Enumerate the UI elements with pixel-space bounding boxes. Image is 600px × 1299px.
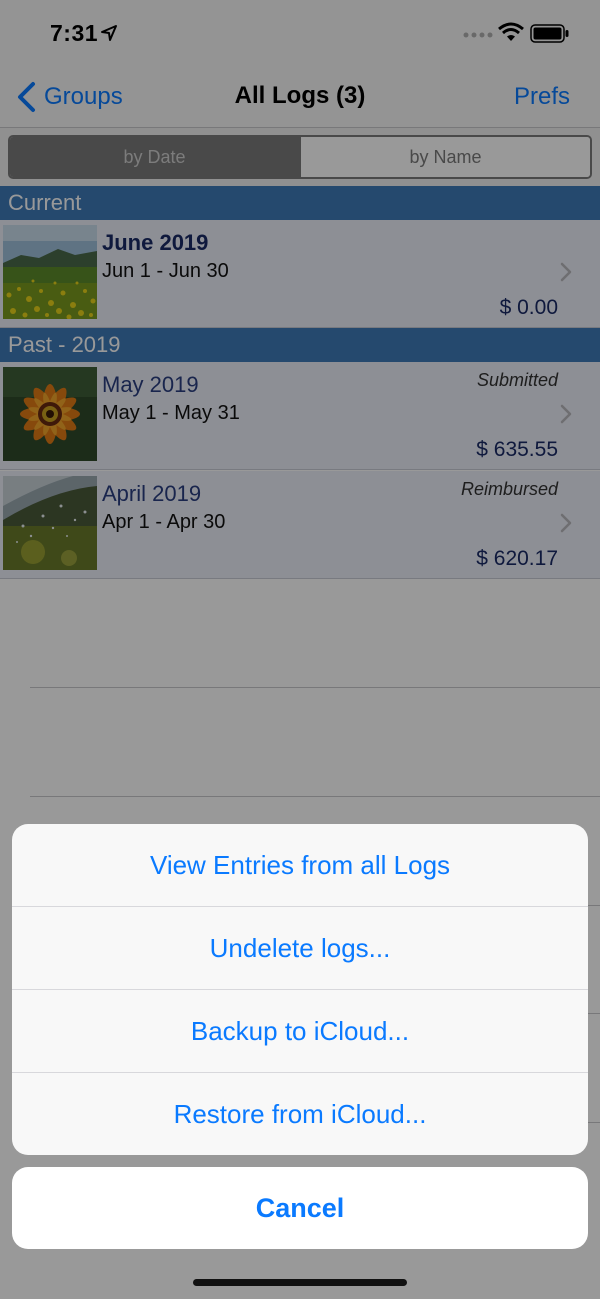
backup-to-icloud-button[interactable]: Backup to iCloud...: [12, 990, 588, 1073]
cancel-button[interactable]: Cancel: [12, 1167, 588, 1249]
restore-from-icloud-button[interactable]: Restore from iCloud...: [12, 1073, 588, 1155]
view-entries-all-logs-button[interactable]: View Entries from all Logs: [12, 824, 588, 907]
undelete-logs-button[interactable]: Undelete logs...: [12, 907, 588, 990]
screen: 7:31 Groups All Logs (3) Prefs by Date b…: [0, 0, 600, 1299]
home-indicator[interactable]: [193, 1279, 407, 1286]
action-sheet: View Entries from all Logs Undelete logs…: [12, 824, 588, 1155]
